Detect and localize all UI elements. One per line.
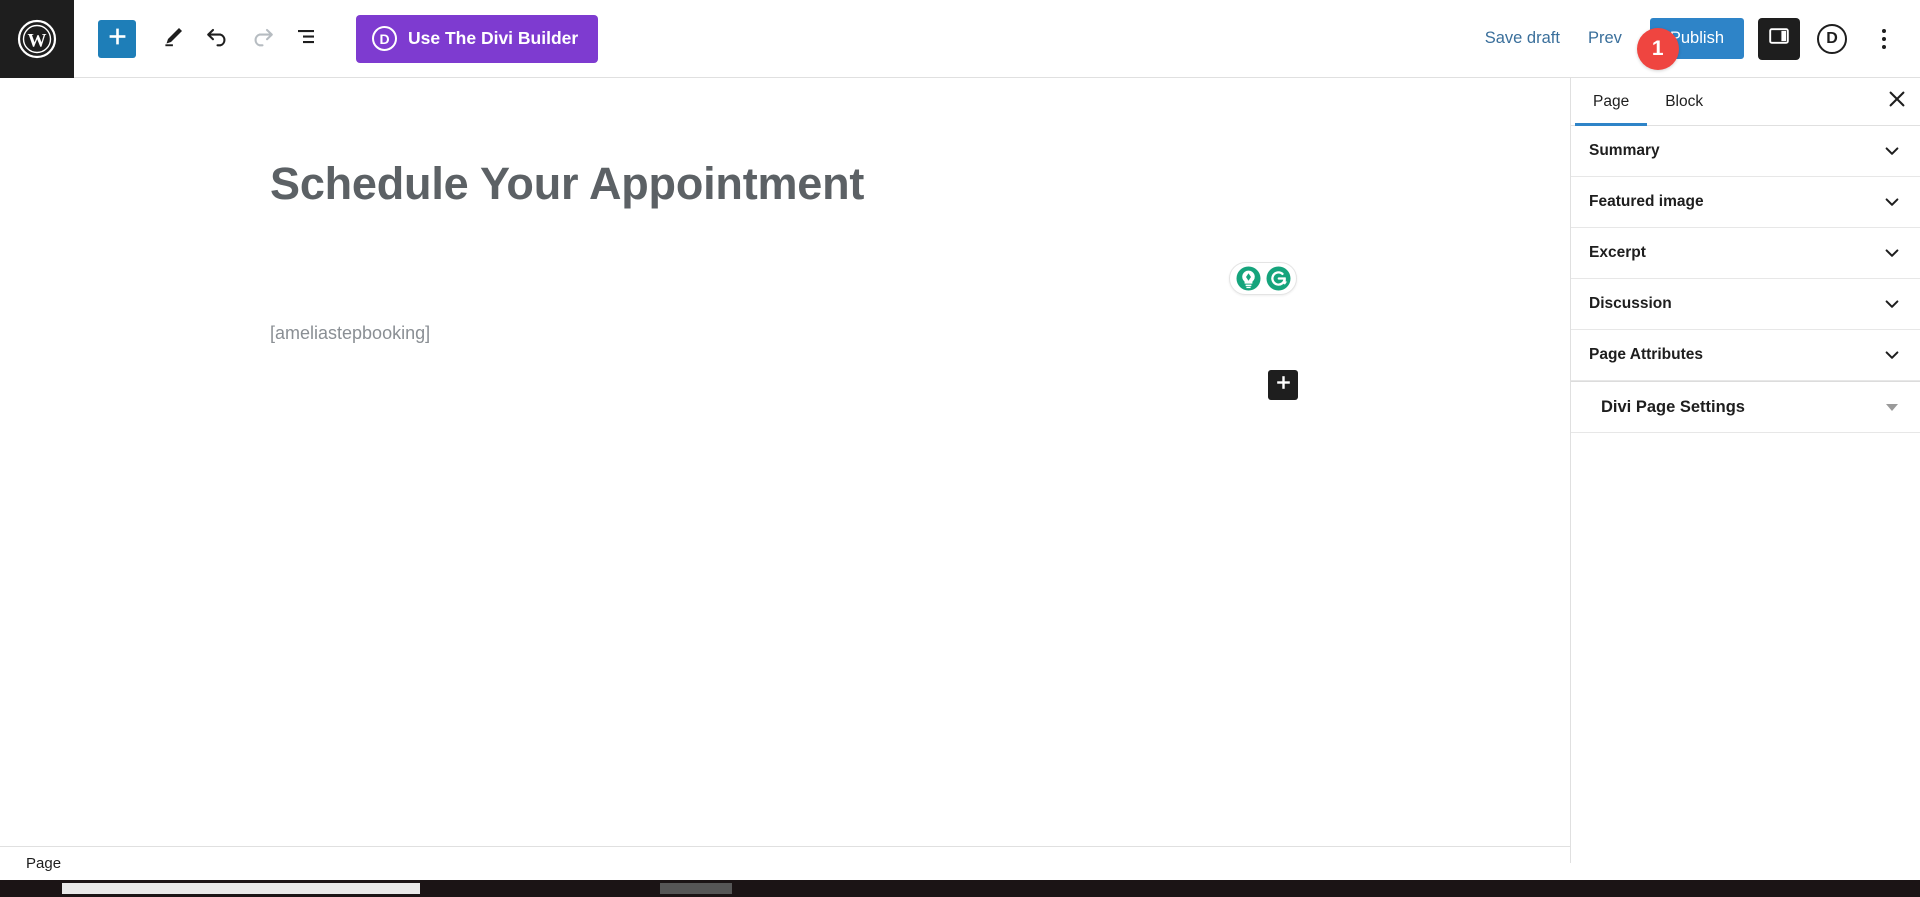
undo-arrow-icon [205,23,231,54]
svg-text:W: W [28,30,47,51]
paragraph-block[interactable]: [ameliastepbooking] [270,323,430,344]
kebab-menu-icon [1882,28,1886,49]
grammarly-rewrite-icon[interactable] [1265,265,1292,292]
use-divi-builder-label: Use The Divi Builder [408,28,579,48]
tab-block[interactable]: Block [1647,78,1721,125]
notification-badge[interactable]: 1 [1636,27,1679,70]
toolbar-left-group: D Use The Divi Builder [74,14,599,63]
sidebar-panel-icon [1768,25,1790,52]
divi-d-circle-icon: D [372,26,397,51]
editor-top-toolbar: W D Use The Divi Builder Save draft Prev… [0,0,1920,78]
document-overview-button[interactable] [284,17,328,61]
save-draft-button[interactable]: Save draft [1471,21,1574,56]
block-inserter-button[interactable] [98,19,136,58]
panel-divi-page-settings[interactable]: Divi Page Settings [1571,381,1920,433]
breadcrumb[interactable]: Page [26,855,61,872]
chevron-down-icon [1882,294,1902,314]
tab-page-label: Page [1593,92,1630,110]
close-icon [1888,90,1906,113]
panel-excerpt[interactable]: Excerpt [1571,228,1920,279]
editor-bottom-breadcrumb-bar: Page [0,846,1570,880]
settings-sidebar-toggle-button[interactable] [1758,17,1800,60]
chevron-down-icon [1882,243,1902,263]
panel-page-attributes[interactable]: Page Attributes [1571,330,1920,381]
settings-sidebar: Page Block Summary Featured image Excerp… [1570,78,1920,863]
chevron-down-icon [1882,345,1902,365]
panel-page-attributes-label: Page Attributes [1589,346,1703,363]
block-appender-button[interactable] [1268,370,1298,400]
pencil-icon [162,24,186,53]
chevron-down-icon [1882,192,1902,212]
tab-block-label: Block [1665,92,1704,110]
wordpress-logo-icon: W [17,19,57,59]
redo-button[interactable] [240,17,284,61]
preview-button[interactable]: Prev [1574,21,1636,56]
close-sidebar-button[interactable] [1874,78,1920,125]
panel-excerpt-label: Excerpt [1589,244,1646,261]
grammarly-widget [1229,262,1297,295]
tools-edit-button[interactable] [152,17,196,61]
sidebar-tablist: Page Block [1571,78,1920,126]
panel-divi-page-settings-label: Divi Page Settings [1601,397,1745,416]
chevron-down-icon [1882,141,1902,161]
undo-button[interactable] [196,17,240,61]
divi-options-button[interactable]: D [1812,19,1852,59]
panel-summary-label: Summary [1589,142,1660,159]
panel-featured-image-label: Featured image [1589,193,1704,210]
editor-canvas: Schedule Your Appointment [ameliastepboo… [0,78,1570,863]
page-title[interactable]: Schedule Your Appointment [270,158,864,210]
editor-options-menu-button[interactable] [1866,17,1902,61]
plus-icon [1275,374,1292,396]
redo-arrow-icon [249,23,275,54]
list-view-icon [294,24,318,53]
scrollbar-thumb[interactable] [62,883,420,894]
triangle-down-icon [1886,403,1902,411]
tab-page[interactable]: Page [1575,78,1648,126]
use-divi-builder-button[interactable]: D Use The Divi Builder [356,14,599,63]
panel-summary[interactable]: Summary [1571,126,1920,177]
grammarly-lightbulb-icon[interactable] [1235,265,1262,292]
scrollbar-thumb-secondary[interactable] [660,883,732,894]
panel-featured-image[interactable]: Featured image [1571,177,1920,228]
panel-discussion-label: Discussion [1589,295,1672,312]
plus-icon [107,26,128,52]
panel-discussion[interactable]: Discussion [1571,279,1920,330]
toolbar-right-group: Save draft Prev 1 Publish D [1471,17,1920,70]
horizontal-scrollbar[interactable] [0,880,1920,897]
wordpress-logo-button[interactable]: W [0,0,74,78]
divi-d-circle-icon: D [1817,23,1847,54]
